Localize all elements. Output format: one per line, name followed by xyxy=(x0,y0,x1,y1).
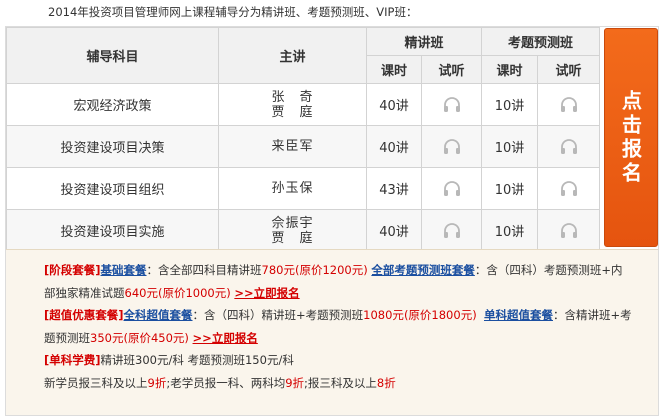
headphones-icon[interactable] xyxy=(442,95,462,115)
package-line: 部独家精准试题640元(原价1000元) >>立即报名 xyxy=(44,282,658,305)
basic-package-link[interactable]: 基础套餐 xyxy=(101,263,147,277)
subject-cell: 投资建设项目实施 xyxy=(6,209,219,252)
discount-value: 8折 xyxy=(376,375,396,390)
signup-link[interactable]: >>立即报名 xyxy=(234,286,299,300)
listen-cell[interactable] xyxy=(537,83,601,126)
single-fee-tag: [单科学费] xyxy=(44,353,101,367)
hours-cell: 43讲 xyxy=(366,167,422,210)
package-line: 题预测班350元(原价450元) >>立即报名 xyxy=(44,327,658,350)
headphones-icon[interactable] xyxy=(559,221,579,241)
package-line: [超值优惠套餐]全科超值套餐：含（四科）精讲班+考题预测班1080元(原价180… xyxy=(44,304,658,327)
all-prediction-text: ：含（四科）考题预测班+内 xyxy=(474,263,623,277)
full-package-original: (原价1800元) xyxy=(403,308,477,322)
lecturer-cell: 孙玉保 xyxy=(218,167,367,210)
signup-link[interactable]: >>立即报名 xyxy=(193,331,258,345)
full-package-text: ：含（四科）精讲班+考题预测班 xyxy=(192,308,364,322)
hours-cell: 10讲 xyxy=(481,209,539,252)
table-row: 投资建设项目组织 孙玉保 43讲 10讲 xyxy=(6,167,601,210)
single-value-package-link[interactable]: 单科超值套餐 xyxy=(484,308,553,322)
lecturer-cell: 来臣军 xyxy=(218,125,367,168)
table-header-row: 辅导科目 主讲 精讲班 考题预测班 xyxy=(6,27,601,84)
header-hours: 课时 xyxy=(366,55,422,84)
single-value-price: 350元 xyxy=(90,330,124,345)
header-hours: 课时 xyxy=(481,55,539,84)
all-prediction-package-link[interactable]: 全部考题预测班套餐 xyxy=(371,263,475,277)
full-package-link[interactable]: 全科超值套餐 xyxy=(124,308,193,322)
single-fee-text: 精讲班300元/科 考题预测班150元/科 xyxy=(100,353,294,367)
table-row: 宏观经济政策 张 奇 贾 庭 40讲 10讲 xyxy=(6,83,601,126)
lecturer-name: 来臣军 xyxy=(271,139,314,154)
lecturer-cell: 张 奇 贾 庭 xyxy=(218,83,367,126)
page-heading: 2014年投资项目管理师网上课程辅导分为精讲班、考题预测班、VIP班： xyxy=(48,5,418,19)
package-line: [阶段套餐]基础套餐：含全部四科目精讲班780元(原价1200元) 全部考题预测… xyxy=(44,259,658,282)
lecturer-cell: 佘振宇 贾 庭 xyxy=(218,209,367,252)
basic-package-text: ：含全部四科目精讲班 xyxy=(146,263,262,277)
hours-cell: 10讲 xyxy=(481,125,539,168)
listen-cell[interactable] xyxy=(420,125,483,168)
headphones-icon[interactable] xyxy=(559,137,579,157)
headphones-icon[interactable] xyxy=(442,179,462,199)
table-row: 投资建设项目决策 来臣军 40讲 10讲 xyxy=(6,125,601,168)
lecturer-name: 贾 庭 xyxy=(271,230,314,246)
header-listen: 试听 xyxy=(537,55,601,84)
all-prediction-text-cont: 部独家精准试题 xyxy=(44,285,125,300)
hours-cell: 10讲 xyxy=(481,167,539,210)
package-line: 新学员报三科及以上9折;老学员报一科、两科均9折;报三科及以上8折 xyxy=(44,372,658,395)
package-line: [单科学费]精讲班300元/科 考题预测班150元/科 xyxy=(44,349,658,372)
subject-cell: 宏观经济政策 xyxy=(6,83,219,126)
listen-cell[interactable] xyxy=(537,125,601,168)
basic-package-price: 780元 xyxy=(261,263,295,277)
course-table: 辅导科目 主讲 精讲班 考题预测班 课时 试听 课时 试听 宏观经济政策 张 奇… xyxy=(6,27,601,252)
header-lecturer: 主讲 xyxy=(218,27,367,84)
discount-text: ;老学员报一科、两科均 xyxy=(166,375,286,390)
discount-value: 9折 xyxy=(285,375,305,390)
header-intensive-class: 精讲班 xyxy=(365,27,483,56)
full-package-price: 1080元 xyxy=(363,308,404,322)
headphones-icon[interactable] xyxy=(442,137,462,157)
listen-cell[interactable] xyxy=(537,167,601,210)
signup-button[interactable]: 点击报名 xyxy=(604,28,658,247)
discount-text: ;报三科及以上 xyxy=(304,375,377,390)
hours-cell: 40讲 xyxy=(366,209,422,252)
hours-cell: 10讲 xyxy=(481,83,539,126)
listen-cell[interactable] xyxy=(420,209,483,252)
value-package-tag: [超值优惠套餐] xyxy=(44,308,124,322)
hours-cell: 40讲 xyxy=(366,83,422,126)
package-info: [阶段套餐]基础套餐：含全部四科目精讲班780元(原价1200元) 全部考题预测… xyxy=(6,249,658,415)
listen-cell[interactable] xyxy=(537,209,601,252)
header-subject: 辅导科目 xyxy=(6,27,219,84)
single-value-original: (原价450元) xyxy=(123,330,189,345)
headphones-icon[interactable] xyxy=(559,179,579,199)
discount-value: 9折 xyxy=(147,375,167,390)
single-value-text-cont: 题预测班 xyxy=(44,330,90,345)
subject-cell: 投资建设项目组织 xyxy=(6,167,219,210)
subject-cell: 投资建设项目决策 xyxy=(6,125,219,168)
signup-button-label: 点击报名 xyxy=(618,89,643,186)
headphones-icon[interactable] xyxy=(442,221,462,241)
single-value-text: ：含精讲班+考 xyxy=(553,308,632,322)
lecturer-name: 孙玉保 xyxy=(271,181,314,196)
listen-cell[interactable] xyxy=(420,83,483,126)
headphones-icon[interactable] xyxy=(559,95,579,115)
listen-cell[interactable] xyxy=(420,167,483,210)
lecturer-name: 张 奇 xyxy=(271,89,314,105)
header-listen: 试听 xyxy=(420,55,483,84)
stage-package-tag: [阶段套餐] xyxy=(44,263,101,277)
header-prediction-class: 考题预测班 xyxy=(481,27,601,56)
all-prediction-price: 640元 xyxy=(124,285,158,300)
table-row: 投资建设项目实施 佘振宇 贾 庭 40讲 10讲 xyxy=(6,209,601,252)
lecturer-name: 贾 庭 xyxy=(271,104,314,120)
discount-text: 新学员报三科及以上 xyxy=(44,375,148,390)
lecturer-name: 佘振宇 xyxy=(271,215,314,231)
all-prediction-original: (原价1000元) xyxy=(157,285,231,300)
basic-package-original: (原价1200元) xyxy=(294,263,368,277)
hours-cell: 40讲 xyxy=(366,125,422,168)
